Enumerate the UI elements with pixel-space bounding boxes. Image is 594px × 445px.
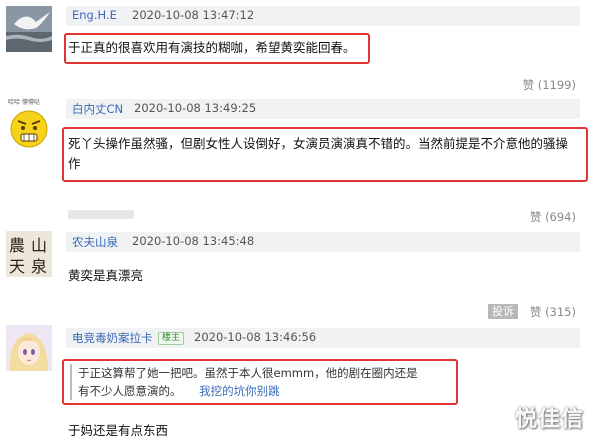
angry-emoji-avatar-icon — [6, 105, 52, 151]
avatar[interactable] — [6, 6, 52, 52]
comment-text: 死丫头操作虽然骚，但剧女性人设倒好，女演员演演真不错的。当然前提是不介意他的骚操… — [68, 134, 568, 174]
timestamp: 2020-10-08 13:49:25 — [134, 101, 257, 115]
comment-text-line: 死丫头操作虽然骚，但剧女性人设倒好，女演员演演真不错的。当然前提是不介意他的骚操 — [68, 136, 569, 151]
username[interactable]: Eng.H.E — [72, 8, 117, 22]
svg-text:山: 山 — [31, 236, 47, 255]
like-count: (1199) — [537, 78, 576, 92]
comment-header: 白内丈CN 2020-10-08 13:49:25 — [66, 99, 580, 119]
timestamp: 2020-10-08 13:47:12 — [132, 8, 255, 22]
comment-header: 农夫山泉 2020-10-08 13:45:48 — [66, 232, 580, 252]
like-label: 赞 — [522, 78, 535, 92]
username[interactable]: 白内丈CN — [72, 101, 123, 117]
avatar[interactable] — [6, 105, 52, 151]
op-badge: 楼主 — [158, 332, 185, 345]
like-button[interactable]: 赞 (694) — [530, 209, 576, 225]
comment-header: Eng.H.E 2020-10-08 13:47:12 — [66, 6, 580, 26]
watermark: 悦佳信 — [514, 407, 584, 432]
quote-line: 有不少人愿意演的。 我挖的坑你别跳 — [78, 382, 418, 400]
quote-author-link[interactable]: 我挖的坑你别跳 — [199, 384, 280, 398]
anime-girl-avatar-icon — [6, 325, 52, 371]
comment-text-line: 作 — [68, 156, 81, 171]
bird-on-water-avatar-icon — [6, 6, 52, 52]
like-label: 赞 — [529, 305, 542, 319]
quote-block: 于正这算帮了她一把吧。虽然于本人很emmm，他的剧在圈内还是 有不少人愿意演的。… — [70, 364, 418, 400]
like-count: (315) — [545, 305, 576, 319]
comment-text: 于妈还是有点东西 — [68, 423, 169, 438]
timestamp: 2020-10-08 13:46:56 — [194, 330, 317, 344]
like-button[interactable]: 赞 (1199) — [523, 77, 576, 93]
avatar[interactable] — [6, 325, 52, 371]
svg-text:農: 農 — [9, 236, 25, 255]
quote-text: 有不少人愿意演的。 — [78, 384, 182, 398]
comment-text: 于正真的很喜欢用有演技的糊咖，希望黄奕能回春。 — [68, 40, 356, 55]
calligraphy-avatar-icon: 農 山 天 泉 — [6, 231, 52, 277]
like-count: (694) — [545, 210, 576, 224]
comment-header: 电竞毒奶案拉卡 楼主 2020-10-08 13:46:56 — [66, 328, 580, 348]
blurred-text — [68, 210, 134, 219]
quote-line: 于正这算帮了她一把吧。虽然于本人很emmm，他的剧在圈内还是 — [78, 366, 418, 380]
username-text: 白内丈CN — [72, 102, 124, 116]
svg-text:天: 天 — [9, 257, 25, 276]
username[interactable]: 农夫山泉 — [72, 234, 118, 250]
like-button[interactable]: 赞 (315) — [530, 304, 576, 320]
like-label: 赞 — [529, 210, 542, 224]
username[interactable]: 电竞毒奶案拉卡 — [72, 330, 153, 346]
comment-text: 黄奕是真漂亮 — [68, 268, 144, 283]
svg-text:泉: 泉 — [31, 257, 47, 276]
avatar[interactable]: 農 山 天 泉 — [6, 231, 52, 277]
report-button[interactable]: 投诉 — [488, 304, 518, 319]
timestamp: 2020-10-08 13:45:48 — [132, 234, 255, 248]
